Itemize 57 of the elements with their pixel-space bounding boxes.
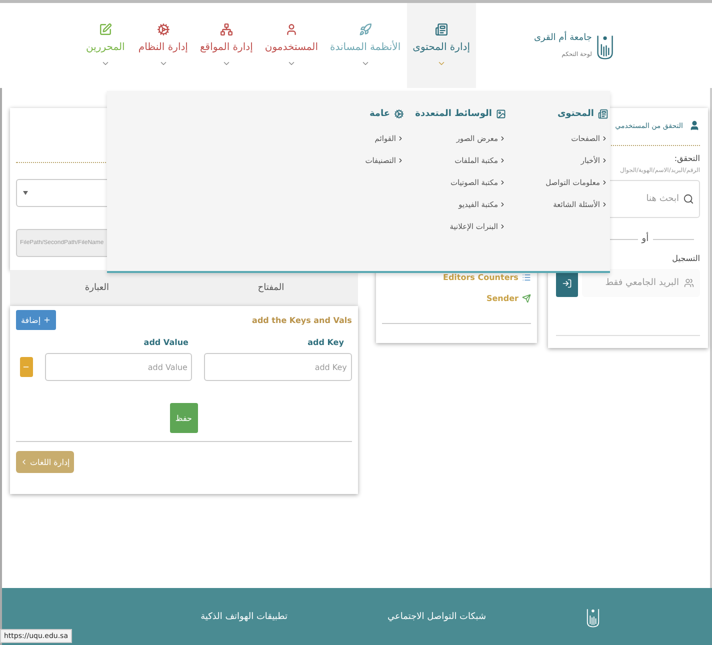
login-icon — [562, 278, 572, 288]
newspaper-icon — [434, 23, 448, 36]
chevron-right-icon — [601, 157, 608, 164]
column-header: المفتاح — [256, 283, 286, 293]
search-icon — [683, 194, 694, 204]
rocket-icon — [358, 23, 372, 36]
chevron-down-icon — [158, 59, 168, 68]
sitemap-icon — [220, 23, 233, 36]
chevron-down-icon — [360, 59, 370, 68]
chevron-right-icon — [601, 201, 608, 208]
users-icon — [684, 278, 694, 288]
chevron-right-icon — [499, 157, 506, 164]
caret-down-icon — [23, 191, 28, 195]
edit-icon — [98, 23, 112, 36]
chevron-down-icon — [100, 59, 110, 68]
chevron-right-icon — [601, 135, 608, 142]
footer-heading: تطبيقات الهواتف الذكية — [200, 612, 288, 622]
nav-tab[interactable]: إدارة النظام — [132, 3, 194, 88]
menu-heading: الوسائط المتعددة — [415, 109, 492, 119]
paper-plane-icon — [522, 294, 532, 303]
nav-tab[interactable]: إدارة المواقع — [194, 3, 259, 88]
chevron-right-icon — [397, 135, 404, 142]
key-label: add Key — [306, 338, 345, 347]
chevron-right-icon — [499, 179, 506, 186]
or-label: أو — [642, 234, 649, 244]
register-label: التسجيل — [672, 254, 700, 263]
chevron-down-icon — [436, 59, 446, 68]
email-field[interactable]: البريد الجامعي فقط — [582, 269, 700, 297]
chevron-left-icon — [20, 458, 28, 466]
chevron-right-icon — [397, 157, 404, 164]
chevron-right-icon — [499, 201, 506, 208]
user-icon — [689, 120, 700, 131]
menu-heading: عامة — [369, 109, 390, 119]
university-name: جامعة أم القرى — [534, 33, 592, 43]
menu-heading: المحتوى — [557, 109, 594, 119]
gear-icon — [156, 23, 170, 36]
list-icon — [522, 273, 532, 282]
image-icon — [496, 109, 506, 119]
plus-icon — [42, 316, 51, 324]
chevron-right-icon — [499, 135, 506, 142]
value-input[interactable]: add Value — [44, 353, 192, 381]
footer-heading: شبكات التواصل الاجتماعي — [388, 612, 486, 622]
key-input[interactable]: add Key — [204, 353, 352, 381]
gear-icon — [394, 109, 404, 119]
nav-tab[interactable]: إدارة المحتوى — [406, 3, 476, 88]
chevron-down-icon — [286, 59, 296, 68]
section-title: add the Keys and Vals — [251, 316, 352, 324]
chevron-right-icon — [499, 223, 506, 230]
value-label: add Value — [142, 338, 190, 347]
nav-tab[interactable]: المستخدمون — [258, 3, 324, 88]
newspaper-icon — [598, 109, 608, 119]
add-button[interactable]: إضافة — [16, 310, 56, 330]
user-icon — [284, 23, 298, 36]
column-header: العبارة — [84, 283, 110, 293]
verify-label: التحقق: — [674, 154, 700, 163]
chevron-down-icon — [222, 59, 231, 68]
chevron-right-icon — [601, 179, 608, 186]
